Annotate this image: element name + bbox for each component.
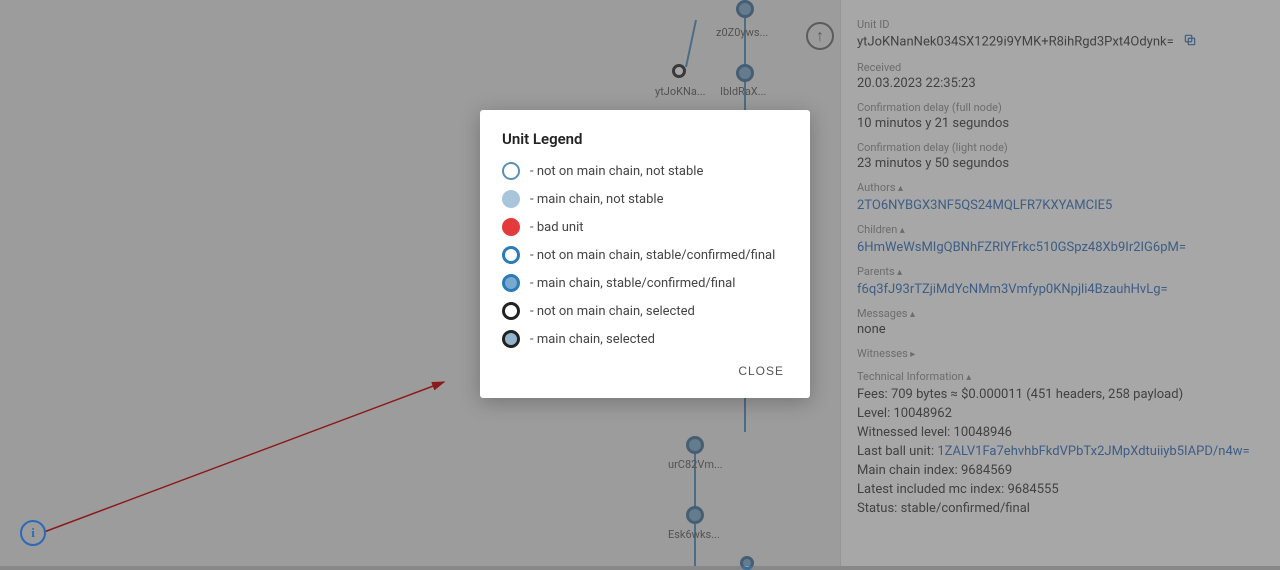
legend-swatch-icon	[502, 302, 520, 320]
author-link[interactable]: 2TO6NYBGX3NF5QS24MQLFR7KXYAMCIE5	[857, 198, 1264, 213]
unit-details-panel: Unit ID ytJoKNanNek034SX1229i9YMK+R8ihRg…	[840, 0, 1280, 566]
legend-row: - main chain, not stable	[502, 190, 788, 208]
legend-text: - not on main chain, stable/confirmed/fi…	[530, 248, 775, 263]
annotation-arrow	[20, 320, 520, 570]
unit-id-value: ytJoKNanNek034SX1229i9YMK+R8ihRgd3Pxt4Od…	[857, 33, 1264, 51]
unit-legend-modal: Unit Legend - not on main chain, not sta…	[480, 110, 810, 398]
received-value: 20.03.2023 22:35:23	[857, 76, 1264, 91]
scroll-top-button[interactable]: ↑	[806, 22, 834, 50]
node-label: z0Z0yws...	[716, 26, 768, 39]
legend-row: - not on main chain, stable/confirmed/fi…	[502, 246, 788, 264]
copy-icon[interactable]	[1183, 33, 1197, 51]
node-label: IbldRaX...	[720, 85, 766, 98]
arrow-up-icon: ↑	[816, 26, 824, 46]
label-received: Received	[857, 61, 1264, 74]
close-button[interactable]: CLOSE	[734, 358, 788, 384]
parent-link[interactable]: f6q3fJ93rTZjiMdYcNMm3Vmfyp0KNpjli4BzauhH…	[857, 282, 1264, 297]
node-label: ytJoKNa...	[655, 85, 706, 98]
legend-swatch-icon	[502, 190, 520, 208]
legend-text: - not on main chain, not stable	[530, 164, 703, 179]
label-authors[interactable]: Authors	[857, 181, 1264, 194]
legend-row: - bad unit	[502, 218, 788, 236]
legend-text: - not on main chain, selected	[530, 304, 695, 319]
legend-text: - main chain, stable/confirmed/final	[530, 276, 735, 291]
legend-row: - not on main chain, not stable	[502, 162, 788, 180]
node-label: Esk6wks...	[668, 528, 720, 541]
legend-row: - main chain, selected	[502, 330, 788, 348]
label-children[interactable]: Children	[857, 223, 1264, 236]
node-label: urC82Vm...	[668, 458, 723, 471]
modal-title: Unit Legend	[502, 130, 788, 148]
legend-text: - main chain, selected	[530, 332, 655, 347]
legend-swatch-icon	[502, 162, 520, 180]
lastball-link[interactable]: 1ZALV1Fa7ehvhbFkdVPbTx2JMpXdtuiiyb5IAPD/…	[937, 444, 1249, 459]
label-conf-light: Confirmation delay (light node)	[857, 141, 1264, 154]
legend-swatch-icon	[502, 246, 520, 264]
legend-swatch-icon	[502, 218, 520, 236]
child-link[interactable]: 6HmWeWsMIgQBNhFZRlYFrkc510GSpz48Xb9Ir2IG…	[857, 240, 1264, 255]
legend-text: - main chain, not stable	[530, 192, 663, 207]
label-conf-full: Confirmation delay (full node)	[857, 101, 1264, 114]
label-unit-id: Unit ID	[857, 18, 1264, 31]
label-parents[interactable]: Parents	[857, 265, 1264, 278]
legend-row: - main chain, stable/confirmed/final	[502, 274, 788, 292]
info-icon[interactable]: i	[20, 520, 46, 546]
legend-swatch-icon	[502, 330, 520, 348]
conf-light-value: 23 minutos y 50 segundos	[857, 156, 1264, 171]
label-messages[interactable]: Messages	[857, 307, 1264, 320]
label-tech[interactable]: Technical Information	[857, 370, 1264, 383]
legend-row: - not on main chain, selected	[502, 302, 788, 320]
messages-value: none	[857, 322, 1264, 337]
legend-text: - bad unit	[530, 220, 584, 235]
legend-swatch-icon	[502, 274, 520, 292]
conf-full-value: 10 minutos y 21 segundos	[857, 116, 1264, 131]
label-witnesses[interactable]: Witnesses	[857, 347, 1264, 360]
